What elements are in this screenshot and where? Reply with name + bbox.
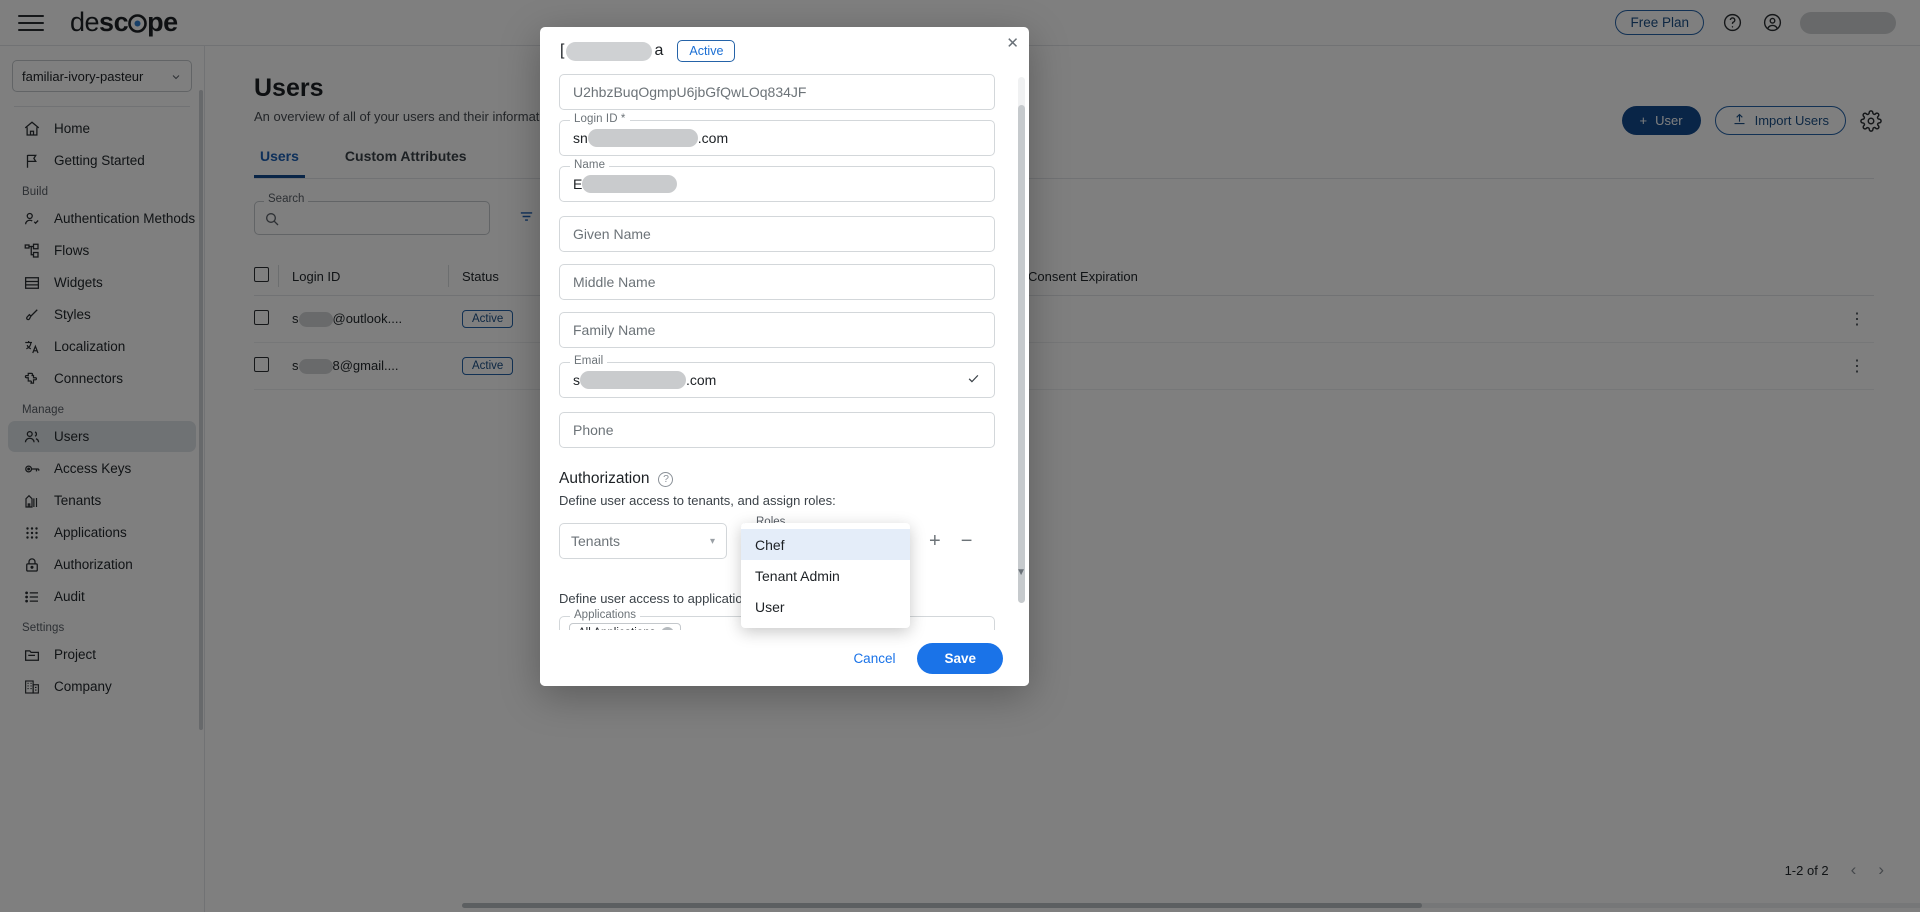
login-id-redacted: [588, 129, 698, 147]
save-button[interactable]: Save: [917, 643, 1003, 674]
authorization-subtitle: Define user access to tenants, and assig…: [559, 493, 995, 508]
chevron-down-icon: ▾: [710, 536, 715, 547]
phone-placeholder: Phone: [573, 422, 613, 438]
application-chip-label: All Applications: [578, 627, 655, 630]
phone-field[interactable]: Phone: [559, 412, 995, 448]
roles-option-chef[interactable]: Chef: [741, 529, 910, 560]
application-chip: All Applications ✕: [569, 623, 681, 631]
given-name-placeholder: Given Name: [573, 226, 651, 242]
name-redacted: [582, 175, 677, 193]
family-name-field[interactable]: Family Name: [559, 312, 995, 348]
app-root: descpe Free Plan familiar-ivory-pasteur: [0, 0, 1920, 912]
tenants-select[interactable]: Tenants ▾: [559, 523, 727, 559]
cancel-button[interactable]: Cancel: [853, 651, 895, 666]
roles-option-tenant-admin[interactable]: Tenant Admin: [741, 560, 910, 591]
email-redacted: [580, 371, 686, 389]
modal-footer: Cancel Save: [540, 630, 1029, 686]
roles-dropdown-menu: Chef Tenant Admin User: [741, 523, 910, 628]
user-id-field[interactable]: U2hbzBuqOgmpU6jbGfQwLOq834JF: [559, 74, 995, 110]
authorization-heading: Authorization: [559, 470, 649, 488]
minus-icon[interactable]: −: [961, 530, 973, 553]
name-value: E: [573, 175, 677, 193]
status-badge: Active: [677, 40, 735, 62]
roles-option-user[interactable]: User: [741, 591, 910, 622]
plus-icon[interactable]: +: [929, 530, 941, 553]
login-id-value: sn .com: [573, 129, 728, 147]
applications-legend: Applications: [570, 609, 640, 621]
given-name-field[interactable]: Given Name: [559, 216, 995, 252]
name-field[interactable]: Name E: [559, 166, 995, 202]
middle-name-field[interactable]: Middle Name: [559, 264, 995, 300]
login-id-suffix: .com: [698, 130, 728, 146]
login-id-legend: Login ID *: [570, 113, 630, 125]
close-circle-icon[interactable]: ✕: [661, 627, 674, 631]
user-id-value: U2hbzBuqOgmpU6jbGfQwLOq834JF: [573, 84, 806, 100]
email-field[interactable]: Email s.com: [559, 362, 995, 398]
name-prefix: E: [573, 176, 582, 192]
email-prefix: s: [573, 372, 580, 388]
login-id-prefix: sn: [573, 130, 588, 146]
email-legend: Email: [570, 355, 607, 367]
authorization-row-controls: + −: [929, 530, 972, 553]
login-id-field[interactable]: Login ID * sn.com: [559, 120, 995, 156]
modal-user-name-close: a: [654, 42, 663, 60]
modal-scrollbar-thumb[interactable]: [1018, 105, 1025, 603]
modal-user-name-open: [: [560, 42, 564, 60]
modal-user-name-redacted: [566, 42, 652, 61]
email-suffix: .com: [686, 372, 716, 388]
tenants-placeholder: Tenants: [571, 533, 620, 549]
authorization-section-title: Authorization ?: [559, 470, 995, 488]
question-circle-icon[interactable]: ?: [658, 472, 673, 487]
modal-title-row: [ a Active: [559, 40, 995, 62]
check-icon: [966, 371, 981, 389]
family-name-placeholder: Family Name: [573, 322, 655, 338]
email-value: s .com: [573, 371, 716, 389]
chevron-down-icon: ▾: [980, 628, 985, 631]
middle-name-placeholder: Middle Name: [573, 274, 655, 290]
name-legend: Name: [570, 159, 609, 171]
scroll-down-icon[interactable]: ▼: [1016, 567, 1026, 578]
